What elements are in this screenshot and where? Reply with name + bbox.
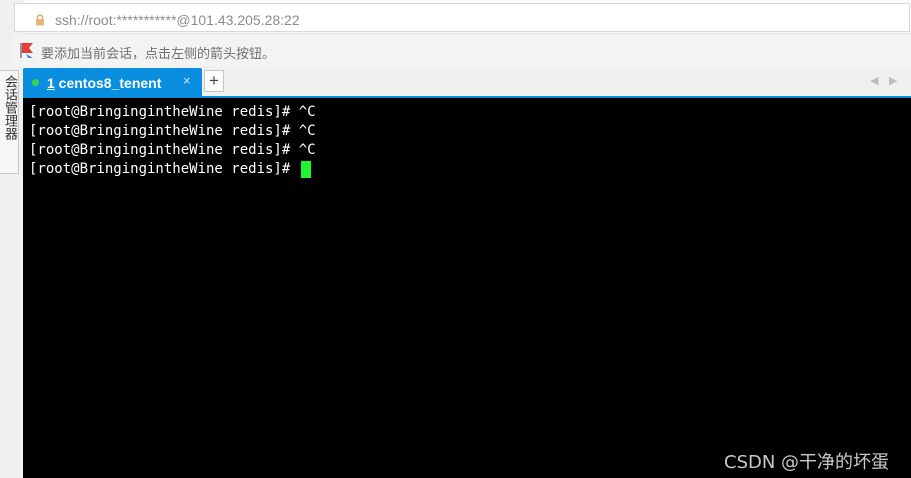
terminal-line: [root@BringingintheWine redis]# ^C	[29, 104, 316, 120]
terminal[interactable]: [root@BringingintheWine redis]# ^C [root…	[23, 96, 911, 478]
connection-status-icon	[32, 79, 39, 86]
terminal-line: [root@BringingintheWine redis]# ^C	[29, 142, 316, 158]
watermark: CSDN @干净的坏蛋	[724, 452, 890, 473]
hint-text: 要添加当前会话，点击左侧的箭头按钮。	[41, 47, 276, 62]
tab-name: centos8_tenent	[54, 75, 162, 91]
lock-icon	[36, 14, 44, 26]
terminal-prompt: [root@BringingintheWine redis]#	[29, 161, 299, 177]
tab-number: 1	[47, 75, 55, 91]
tab-session[interactable]: 1 centos8_tenent ×	[23, 68, 202, 96]
app-window: 会话管理器 ssh://root:***********@101.43.205.…	[0, 0, 911, 478]
add-tab-button[interactable]: +	[204, 70, 224, 92]
terminal-cursor	[300, 161, 311, 178]
hint-bar: 要添加当前会话，点击左侧的箭头按钮。	[13, 35, 911, 66]
terminal-line: [root@BringingintheWine redis]#	[29, 161, 311, 178]
chevron-left-icon[interactable]: ◀	[870, 74, 878, 87]
tab-label: 1 centos8_tenent	[47, 75, 161, 91]
tab-bar: 1 centos8_tenent × + ◀ ▶	[23, 66, 911, 96]
close-icon[interactable]: ×	[183, 73, 191, 88]
session-manager-label: 会话管理器	[2, 75, 17, 140]
session-manager-tab[interactable]: 会话管理器	[0, 70, 19, 174]
address-bar: ssh://root:***********@101.43.205.28:22	[14, 0, 911, 34]
address-field[interactable]: ssh://root:***********@101.43.205.28:22	[14, 3, 910, 32]
bookmark-icon[interactable]	[19, 42, 35, 59]
terminal-line: [root@BringingintheWine redis]# ^C	[29, 123, 316, 139]
chevron-right-icon[interactable]: ▶	[889, 74, 897, 87]
address-text: ssh://root:***********@101.43.205.28:22	[55, 12, 300, 28]
